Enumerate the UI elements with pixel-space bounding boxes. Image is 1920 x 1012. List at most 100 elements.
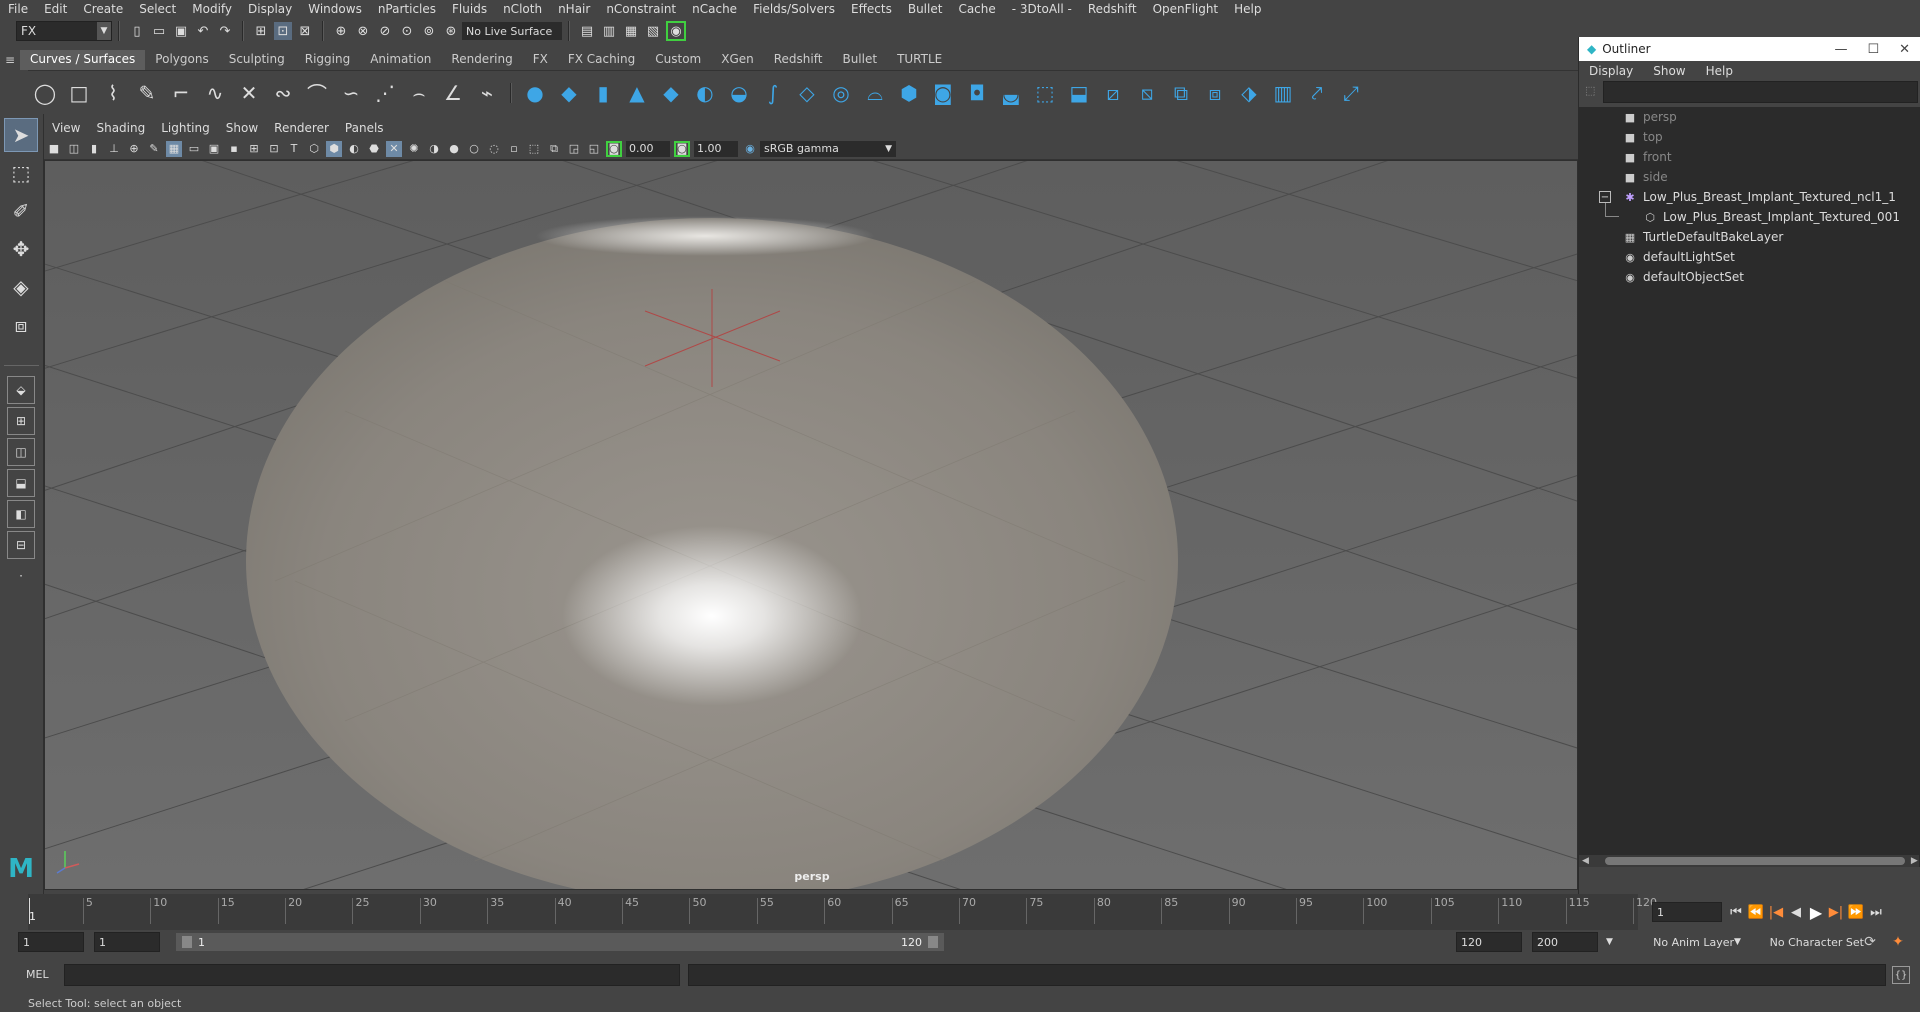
select-hierarchy-icon[interactable]: ⊞	[252, 22, 270, 40]
menu-effects[interactable]: Effects	[843, 2, 900, 16]
attach-curve-icon[interactable]: ⌒	[304, 80, 330, 106]
panel-menu-panels[interactable]: Panels	[337, 121, 392, 135]
animation-end-input[interactable]: 200	[1532, 932, 1598, 952]
outliner-item-front[interactable]: ■ front	[1623, 147, 1672, 167]
outliner-item-mesh[interactable]: ⬡ Low_Plus_Breast_Implant_Textured_001	[1643, 207, 1900, 227]
sphere-icon[interactable]: ●	[522, 80, 548, 106]
menu-set-selector[interactable]: FX ▼	[16, 21, 112, 41]
mel-command-input[interactable]	[64, 964, 680, 986]
cube-icon[interactable]: ◆	[556, 80, 582, 106]
detach-surface-icon[interactable]: ⧉	[1168, 80, 1194, 106]
menu-bullet[interactable]: Bullet	[900, 2, 951, 16]
lasso-tool-icon[interactable]: ⬚	[4, 156, 38, 190]
render-view-icon[interactable]: ▤	[578, 22, 596, 40]
ipr-render-icon[interactable]: ▦	[622, 22, 640, 40]
auto-key-icon[interactable]: ⟳	[1860, 932, 1880, 952]
range-bar[interactable]: 1 120	[176, 933, 944, 951]
ep-curve-icon[interactable]: ✎	[134, 80, 160, 106]
view-transform-select[interactable]: sRGB gamma ▼	[760, 140, 896, 157]
play-forwards-icon[interactable]: ▶	[1806, 902, 1826, 922]
untrim-icon[interactable]: ⧄	[1100, 80, 1126, 106]
cut-curve-icon[interactable]: ✕	[236, 80, 262, 106]
range-start-handle[interactable]	[182, 936, 192, 948]
attach-surface-icon[interactable]: ⧅	[1134, 80, 1160, 106]
close-icon[interactable]: ✕	[1899, 42, 1910, 57]
bevel-icon[interactable]: ◘	[964, 80, 990, 106]
menu-modify[interactable]: Modify	[184, 2, 240, 16]
bookmark-icon[interactable]: ▮	[86, 141, 102, 157]
motion-blur-icon[interactable]: ○	[466, 141, 482, 157]
anim-layer-select[interactable]: ▼ No Anim Layer	[1606, 932, 1734, 952]
smooth-shade-icon[interactable]: ⬢	[326, 140, 342, 157]
animation-start-input[interactable]: 1	[18, 932, 84, 952]
tab-sculpting[interactable]: Sculpting	[218, 50, 295, 70]
cv-curve-icon[interactable]: ⌇	[100, 80, 126, 106]
move-tool-icon[interactable]: ✥	[4, 232, 38, 266]
screen-space-ao-icon[interactable]: ●	[446, 141, 462, 157]
menu-3dtoall[interactable]: - 3DtoAll -	[1004, 2, 1080, 16]
gamma-input[interactable]: 1.00	[694, 140, 738, 157]
sculpt-icon[interactable]: ⤤	[1304, 80, 1330, 106]
tab-polygons[interactable]: Polygons	[145, 50, 219, 70]
panel-menu-lighting[interactable]: Lighting	[153, 121, 218, 135]
panel-menu-renderer[interactable]: Renderer	[266, 121, 337, 135]
outliner-item-group[interactable]: ✱ Low_Plus_Breast_Implant_Textured_ncl1_…	[1623, 187, 1895, 207]
extrude-icon[interactable]: ◎	[828, 80, 854, 106]
undo-icon[interactable]: ↶	[194, 22, 212, 40]
square-surface-icon[interactable]: ◙	[930, 80, 956, 106]
new-scene-icon[interactable]: ▯	[128, 22, 146, 40]
snap-curve-icon[interactable]: ⊗	[354, 22, 372, 40]
panel-menu-view[interactable]: View	[44, 121, 88, 135]
cylinder-icon[interactable]: ▮	[590, 80, 616, 106]
filter-icon[interactable]: ⬚	[1585, 84, 1595, 97]
outliner-menu-help[interactable]: Help	[1696, 64, 1743, 78]
character-set-select[interactable]: ▼ No Character Set	[1734, 932, 1864, 952]
step-back-key-icon[interactable]: ⏪	[1746, 902, 1766, 922]
grid-icon[interactable]: ▦	[166, 140, 182, 157]
two-d-pan-icon[interactable]: ⊕	[126, 141, 142, 157]
tab-rendering[interactable]: Rendering	[441, 50, 523, 70]
outliner-horizontal-scrollbar[interactable]: ◀ ▶	[1579, 855, 1919, 867]
color-management-icon[interactable]: ◉	[742, 141, 758, 157]
tab-xgen[interactable]: XGen	[711, 50, 764, 70]
persp-graph-layout-icon[interactable]: ⬓	[7, 469, 35, 497]
select-object-icon[interactable]: ⊡	[274, 22, 292, 40]
range-end-handle[interactable]	[928, 936, 938, 948]
step-back-frame-icon[interactable]: |◀	[1766, 902, 1786, 922]
hypershade-icon[interactable]: ◉	[666, 21, 686, 41]
playback-end-input[interactable]: 120	[1456, 932, 1522, 952]
rebuild-surface-icon[interactable]: ▥	[1270, 80, 1296, 106]
menu-select[interactable]: Select	[131, 2, 184, 16]
playback-start-input[interactable]: 1	[94, 932, 160, 952]
tab-turtle[interactable]: TURTLE	[887, 50, 953, 70]
birail-icon[interactable]: ⌓	[862, 80, 888, 106]
outliner-item-light-set[interactable]: ◉ defaultLightSet	[1623, 247, 1735, 267]
shelf-menu-icon[interactable]: ≡	[0, 50, 20, 70]
perspective-viewport[interactable]: persp	[44, 160, 1578, 890]
xray-icon[interactable]: ✕	[386, 140, 402, 157]
more-layouts-icon[interactable]: ⋅	[7, 562, 35, 590]
boundary-icon[interactable]: ⬢	[896, 80, 922, 106]
outliner-item-top[interactable]: ■ top	[1623, 127, 1663, 147]
render-current-icon[interactable]: ▥	[600, 22, 618, 40]
camera-select-icon[interactable]: ■	[46, 141, 62, 157]
pencil-curve-icon[interactable]: ⌐	[168, 80, 194, 106]
safe-title-icon[interactable]: T	[286, 141, 302, 157]
shadows-icon[interactable]: ◑	[426, 141, 442, 157]
menu-file[interactable]: File	[0, 2, 36, 16]
step-forward-frame-icon[interactable]: ▶|	[1826, 902, 1846, 922]
menu-ncloth[interactable]: nCloth	[495, 2, 550, 16]
persp-outliner-layout-icon[interactable]: ◫	[7, 438, 35, 466]
animation-preferences-icon[interactable]: ✦	[1888, 932, 1908, 952]
play-backwards-icon[interactable]: ◀	[1786, 902, 1806, 922]
select-tool-icon[interactable]: ➤	[4, 118, 38, 152]
collapse-toggle[interactable]: −	[1599, 191, 1611, 203]
menu-nhair[interactable]: nHair	[550, 2, 598, 16]
trim-icon[interactable]: ⬓	[1066, 80, 1092, 106]
save-scene-icon[interactable]: ▣	[172, 22, 190, 40]
outliner-item-object-set[interactable]: ◉ defaultObjectSet	[1623, 267, 1744, 287]
scroll-right-icon[interactable]: ▶	[1905, 856, 1918, 866]
paint-select-icon[interactable]: ✐	[4, 194, 38, 228]
camera-attributes-icon[interactable]: ◫	[66, 141, 82, 157]
xray-active-icon[interactable]: ◲	[566, 141, 582, 157]
